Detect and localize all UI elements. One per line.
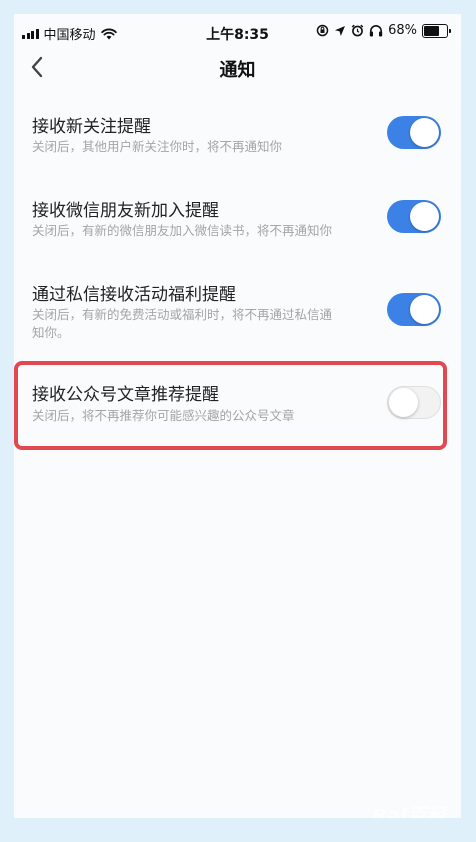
new-follow-toggle[interactable]: [387, 116, 441, 149]
setting-title: 通过私信接收活动福利提醒: [32, 285, 236, 305]
location-icon: [334, 25, 346, 37]
status-bar: 中国移动 上午8:35 68%: [14, 14, 461, 50]
activity-benefit-toggle[interactable]: [387, 293, 441, 326]
headphones-icon: [369, 24, 383, 37]
alarm-icon: [351, 24, 364, 37]
orientation-lock-icon: [316, 24, 329, 37]
setting-description: 关闭后，有新的微信朋友加入微信读书，将不再通知你: [32, 223, 333, 238]
toggle-knob: [410, 118, 439, 147]
highlight-box: [14, 361, 447, 450]
setting-row-activity-benefit: 通过私信接收活动福利提醒 关闭后，有新的免费活动或福利时，将不再通过私信通知你。: [14, 262, 461, 358]
setting-title: 接收新关注提醒: [32, 117, 151, 137]
setting-description: 关闭后，其他用户新关注你时，将不再通知你: [32, 139, 283, 154]
battery-icon: [422, 23, 451, 38]
setting-title: 接收微信朋友新加入提醒: [32, 201, 219, 221]
toggle-knob: [410, 295, 439, 324]
battery-percent: 68%: [388, 23, 417, 38]
setting-row-wechat-friend: 接收微信朋友新加入提醒 关闭后，有新的微信朋友加入微信读书，将不再通知你: [14, 178, 461, 258]
page-title: 通知: [219, 60, 256, 81]
watermark-text: Bai百经验: [372, 805, 447, 818]
setting-row-new-follow: 接收新关注提醒 关闭后，其他用户新关注你时，将不再通知你: [14, 94, 461, 174]
setting-description: 关闭后，有新的免费活动或福利时，将不再通过私信通知你。: [32, 307, 333, 340]
wechat-friend-toggle[interactable]: [387, 200, 441, 233]
phone-screen: 中国移动 上午8:35 68% 通知 接收新关注提醒 关闭后，其他用户新关注你时…: [14, 14, 461, 818]
watermark: Bai百经验: [372, 801, 461, 818]
status-right: 68%: [316, 23, 451, 38]
toggle-knob: [410, 202, 439, 231]
navigation-bar: 通知: [14, 50, 461, 86]
